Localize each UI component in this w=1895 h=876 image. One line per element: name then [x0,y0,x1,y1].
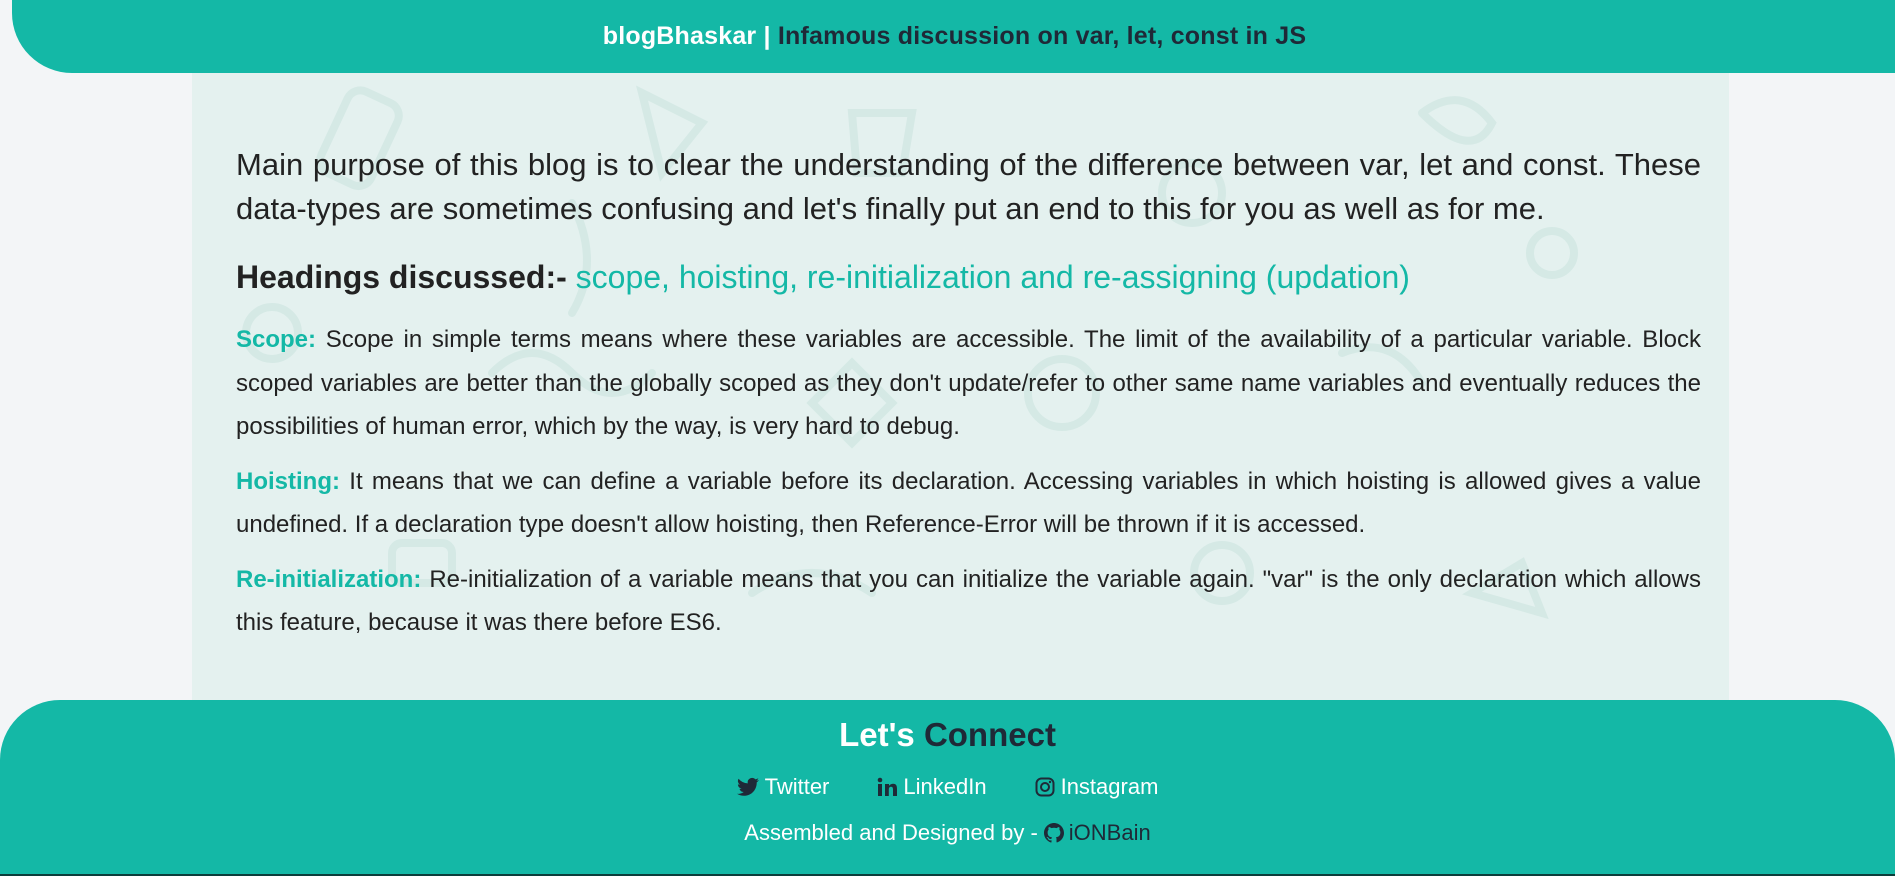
linkedin-label: LinkedIn [903,774,987,799]
headings-label: Headings discussed:- [236,259,567,295]
section-hoisting: Hoisting: It means that we can define a … [236,460,1701,547]
title-separator: | [763,22,771,50]
section-reinitialization: Re-initialization: Re-initialization of … [236,558,1701,645]
instagram-label: Instagram [1060,774,1159,799]
instagram-link[interactable]: Instagram [1035,774,1159,800]
instagram-icon [1035,777,1055,797]
site-header: blogBhaskar | Infamous discussion on var… [12,0,1895,73]
github-icon [1043,823,1064,843]
blog-topic: Infamous discussion on var, let, const i… [777,22,1307,50]
credit-prefix: Assembled and Designed by - [744,820,1038,845]
twitter-icon [736,777,759,796]
author-name: iONBain [1068,820,1151,845]
section-scope: Scope: Scope in simple terms means where… [236,318,1701,449]
connect-title-part1: Let's [839,716,915,753]
connect-title-part2: Connect [923,716,1056,753]
author-link[interactable]: iONBain [1043,820,1151,846]
brand-name[interactable]: blogBhaskar [603,22,757,50]
section-text: It means that we can define a variable b… [236,467,1702,539]
section-term: Hoisting: [236,467,340,495]
headings-discussed: Headings discussed:- scope, hoisting, re… [236,259,1701,296]
section-text: Scope in simple terms means where these … [236,326,1701,440]
intro-paragraph: Main purpose of this blog is to clear th… [236,147,1701,226]
linkedin-link[interactable]: LinkedIn [877,774,987,800]
social-links: Twitter LinkedIn Instagram [0,774,1895,800]
twitter-label: Twitter [764,774,830,799]
section-term: Scope: [236,326,317,353]
section-text: Re-initialization of a variable means th… [236,565,1701,637]
page-title: blogBhaskar | Infamous discussion on var… [603,22,1307,51]
site-footer: Let's Connect Twitter LinkedIn Instagram [0,700,1895,876]
connect-title: Let's Connect [0,716,1895,754]
credit-line: Assembled and Designed by - iONBain [0,820,1895,846]
twitter-link[interactable]: Twitter [736,774,830,800]
article-container: Main purpose of this blog is to clear th… [192,73,1729,701]
headings-list: scope, hoisting, re-initialization and r… [575,259,1410,295]
linkedin-icon [878,777,898,796]
section-term: Re-initialization: [236,565,422,593]
